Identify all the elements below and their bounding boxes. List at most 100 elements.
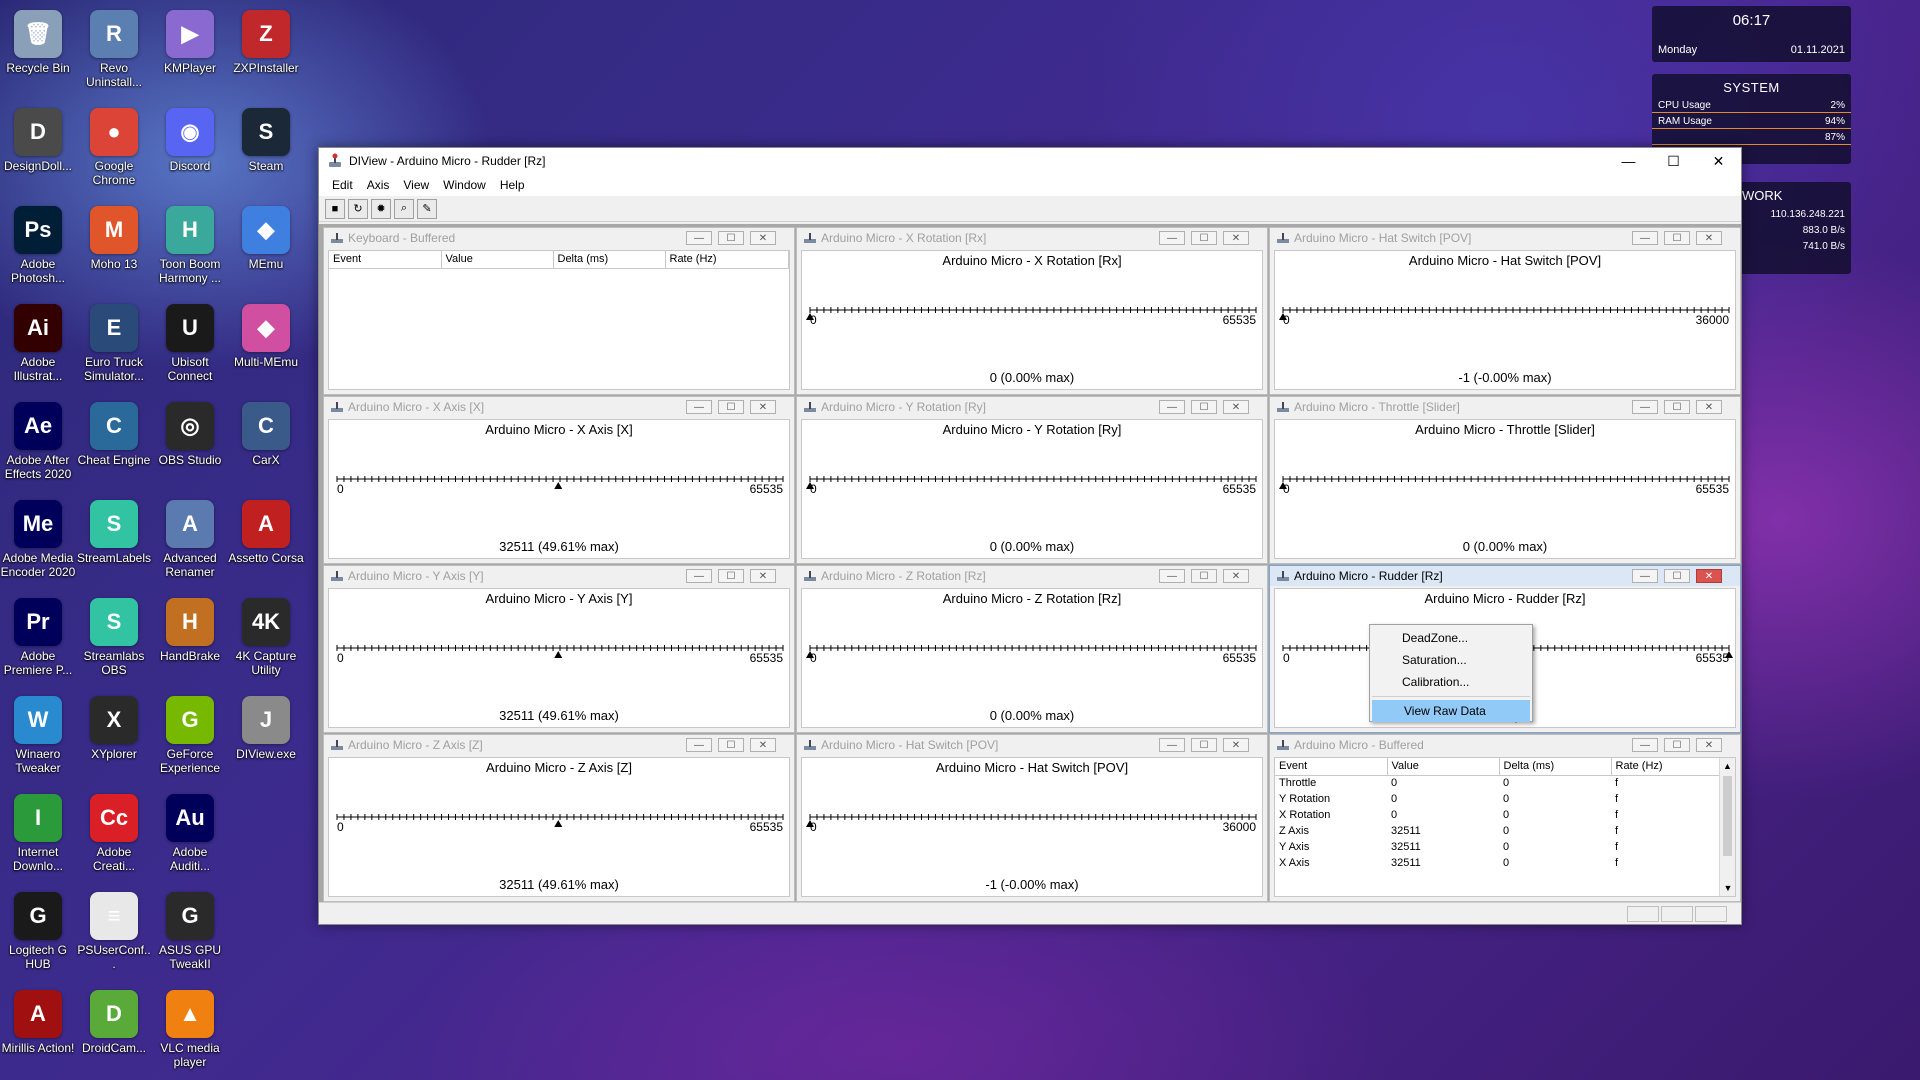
panel-maximize-button[interactable]: ☐ — [718, 738, 744, 752]
scroll-up-icon[interactable]: ▲ — [1720, 758, 1735, 774]
desktop-shortcut[interactable]: G Logitech G HUB — [0, 886, 76, 971]
menu-item-calibration[interactable]: Calibration... — [1370, 671, 1532, 693]
edit-icon[interactable]: ✎ — [417, 198, 437, 219]
desktop-shortcut[interactable]: Z ZXPInstaller — [228, 4, 304, 75]
desktop-shortcut[interactable]: Ae Adobe After Effects 2020 — [0, 396, 76, 481]
panel-minimize-button[interactable]: — — [1159, 231, 1185, 245]
desktop-shortcut[interactable]: 4K 4K Capture Utility — [228, 592, 304, 677]
desktop-shortcut[interactable]: E Euro Truck Simulator... — [76, 298, 152, 383]
panel-minimize-button[interactable]: — — [1632, 231, 1658, 245]
panel-maximize-button[interactable]: ☐ — [1664, 569, 1690, 583]
menu-item-saturation[interactable]: Saturation... — [1370, 649, 1532, 671]
desktop-shortcut[interactable]: D DroidCam... — [76, 984, 152, 1055]
panel-title-bar[interactable]: Arduino Micro - X Axis [X] — ☐ ✕ — [324, 397, 794, 417]
panel-minimize-button[interactable]: — — [1632, 569, 1658, 583]
desktop-shortcut[interactable]: ● Google Chrome — [76, 102, 152, 187]
zoom-icon[interactable]: ⌕ — [394, 198, 414, 219]
panel-title-bar[interactable]: Arduino Micro - Throttle [Slider] — ☐ ✕ — [1270, 397, 1740, 417]
menu-view[interactable]: View — [396, 178, 436, 192]
desktop-shortcut[interactable]: X XYplorer — [76, 690, 152, 761]
col-delta[interactable]: Delta (ms) — [553, 251, 666, 269]
panel-title-bar[interactable]: Arduino Micro - X Rotation [Rx] — ☐ ✕ — [797, 228, 1267, 248]
panel-close-button[interactable]: ✕ — [750, 569, 776, 583]
scrollbar-thumb[interactable] — [1723, 776, 1732, 856]
panel-close-button[interactable]: ✕ — [1696, 569, 1722, 583]
minimize-button[interactable]: — — [1606, 148, 1651, 174]
menu-axis[interactable]: Axis — [360, 178, 397, 192]
panel-x-rotation[interactable]: Arduino Micro - X Rotation [Rx] — ☐ ✕ Ar… — [796, 227, 1268, 395]
panel-title-bar[interactable]: Keyboard - Buffered — ☐ ✕ — [324, 228, 794, 248]
panel-z-axis[interactable]: Arduino Micro - Z Axis [Z] — ☐ ✕ Arduino… — [323, 734, 795, 902]
panel-minimize-button[interactable]: — — [1159, 569, 1185, 583]
desktop-shortcut[interactable]: W Winaero Tweaker — [0, 690, 76, 775]
panel-title-bar[interactable]: Arduino Micro - Hat Switch [POV] — ☐ ✕ — [797, 735, 1267, 755]
panel-minimize-button[interactable]: — — [1632, 738, 1658, 752]
desktop-shortcut[interactable]: A Mirillis Action! — [0, 984, 76, 1055]
desktop-shortcut[interactable]: ▶ KMPlayer — [152, 4, 228, 75]
panel-close-button[interactable]: ✕ — [750, 231, 776, 245]
panel-close-button[interactable]: ✕ — [1696, 400, 1722, 414]
panel-maximize-button[interactable]: ☐ — [1191, 400, 1217, 414]
desktop-shortcut[interactable]: Au Adobe Auditi... — [152, 788, 228, 873]
desktop-shortcut[interactable]: D DesignDoll... — [0, 102, 76, 173]
desktop-shortcut[interactable]: U Ubisoft Connect — [152, 298, 228, 383]
vertical-scrollbar[interactable]: ▲ ▼ — [1719, 758, 1735, 896]
panel-maximize-button[interactable]: ☐ — [1191, 738, 1217, 752]
panel-throttle[interactable]: Arduino Micro - Throttle [Slider] — ☐ ✕ … — [1269, 396, 1741, 564]
title-bar[interactable]: DIView - Arduino Micro - Rudder [Rz] — ☐… — [319, 148, 1741, 174]
desktop-shortcut[interactable]: S StreamLabels — [76, 494, 152, 565]
desktop-shortcut[interactable]: Cc Adobe Creati... — [76, 788, 152, 873]
panel-arduino-buffered[interactable]: Arduino Micro - Buffered — ☐ ✕ Event Val… — [1269, 734, 1741, 902]
desktop-shortcut[interactable]: ◆ Multi-MEmu — [228, 298, 304, 369]
menu-edit[interactable]: Edit — [325, 178, 360, 192]
panel-minimize-button[interactable]: — — [1159, 738, 1185, 752]
panel-keyboard-buffered[interactable]: Keyboard - Buffered — ☐ ✕ Event Value De… — [323, 227, 795, 395]
panel-hat-switch-1[interactable]: Arduino Micro - Hat Switch [POV] — ☐ ✕ A… — [1269, 227, 1741, 395]
panel-close-button[interactable]: ✕ — [1696, 738, 1722, 752]
desktop-shortcut[interactable]: S Steam — [228, 102, 304, 173]
desktop-shortcut[interactable]: ◎ OBS Studio — [152, 396, 228, 467]
desktop-shortcut[interactable]: Pr Adobe Premiere P... — [0, 592, 76, 677]
panel-title-bar[interactable]: Arduino Micro - Hat Switch [POV] — ☐ ✕ — [1270, 228, 1740, 248]
col-rate[interactable]: Rate (Hz) — [665, 251, 789, 269]
col-value[interactable]: Value — [441, 251, 554, 269]
panel-close-button[interactable]: ✕ — [1696, 231, 1722, 245]
close-button[interactable]: ✕ — [1696, 148, 1741, 174]
panel-maximize-button[interactable]: ☐ — [718, 231, 744, 245]
desktop-shortcut[interactable]: J DIView.exe — [228, 690, 304, 761]
panel-maximize-button[interactable]: ☐ — [718, 569, 744, 583]
desktop-shortcut[interactable]: H Toon Boom Harmony ... — [152, 200, 228, 285]
panel-close-button[interactable]: ✕ — [750, 400, 776, 414]
panel-y-rotation[interactable]: Arduino Micro - Y Rotation [Ry] — ☐ ✕ Ar… — [796, 396, 1268, 564]
desktop-shortcut[interactable]: R Revo Uninstall... — [76, 4, 152, 89]
table-row[interactable]: Z Axis 32511 0 f — [1275, 823, 1721, 839]
panel-y-axis[interactable]: Arduino Micro - Y Axis [Y] — ☐ ✕ Arduino… — [323, 565, 795, 733]
panel-z-rotation[interactable]: Arduino Micro - Z Rotation [Rz] — ☐ ✕ Ar… — [796, 565, 1268, 733]
desktop-shortcut[interactable]: A Advanced Renamer — [152, 494, 228, 579]
table-row[interactable]: Y Axis 32511 0 f — [1275, 839, 1721, 855]
desktop-shortcut[interactable]: C Cheat Engine — [76, 396, 152, 467]
panel-maximize-button[interactable]: ☐ — [1191, 569, 1217, 583]
desktop-shortcut[interactable]: G GeForce Experience — [152, 690, 228, 775]
panel-maximize-button[interactable]: ☐ — [1664, 738, 1690, 752]
panel-title-bar[interactable]: Arduino Micro - Buffered — ☐ ✕ — [1270, 735, 1740, 755]
menu-item-view-raw-data[interactable]: View Raw Data — [1372, 700, 1530, 722]
col-delta[interactable]: Delta (ms) — [1499, 758, 1612, 776]
desktop-shortcut[interactable]: Me Adobe Media Encoder 2020 — [0, 494, 76, 579]
panel-close-button[interactable]: ✕ — [1223, 400, 1249, 414]
desktop-shortcut[interactable]: 🗑 Recycle Bin — [0, 4, 76, 75]
col-rate[interactable]: Rate (Hz) — [1611, 758, 1721, 776]
col-event[interactable]: Event — [1275, 758, 1388, 776]
panel-minimize-button[interactable]: — — [1159, 400, 1185, 414]
desktop-shortcut[interactable]: H HandBrake — [152, 592, 228, 663]
settings-icon[interactable]: ✹ — [371, 198, 391, 219]
refresh-icon[interactable]: ↻ — [348, 198, 368, 219]
panel-close-button[interactable]: ✕ — [750, 738, 776, 752]
panel-minimize-button[interactable]: — — [1632, 400, 1658, 414]
panel-x-axis[interactable]: Arduino Micro - X Axis [X] — ☐ ✕ Arduino… — [323, 396, 795, 564]
desktop-shortcut[interactable]: C CarX — [228, 396, 304, 467]
panel-title-bar[interactable]: Arduino Micro - Z Rotation [Rz] — ☐ ✕ — [797, 566, 1267, 586]
table-row[interactable]: Y Rotation 0 0 f — [1275, 791, 1721, 807]
table-row[interactable]: X Rotation 0 0 f — [1275, 807, 1721, 823]
panel-minimize-button[interactable]: — — [686, 738, 712, 752]
